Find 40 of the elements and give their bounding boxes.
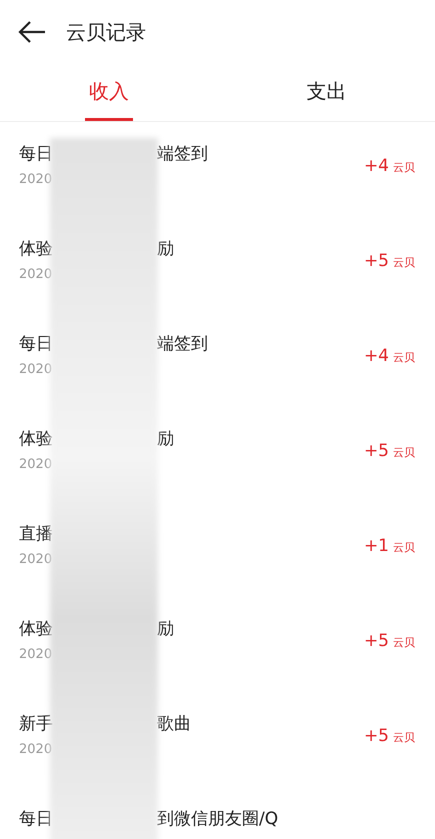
record-title: 励 [157,618,174,641]
record-title: 体验 [19,428,50,451]
record-amount: +4 [364,155,389,178]
record-unit: 云贝 [393,255,415,271]
record-unit: 云贝 [393,635,415,651]
back-arrow-icon[interactable] [18,21,46,43]
record-title: 体验 [19,618,50,641]
record-amount: +5 [364,440,389,463]
record-unit: 云贝 [393,350,415,366]
record-title: 每日 [19,143,50,166]
record-title: 到微信朋友圈/Q [157,808,278,831]
record-amount: +5 [364,630,389,653]
record-unit: 云贝 [393,160,415,176]
record-title: 端签到 [157,143,208,166]
record-title: 励 [157,428,174,451]
record-date: 2020 [19,360,50,378]
record-amount: +5 [364,725,389,748]
record-date: 2020 [19,266,50,284]
record-amount: +4 [364,345,389,368]
record-unit: 云贝 [393,540,415,556]
tab[interactable]: 收入 [84,64,133,121]
record-unit: 云贝 [393,730,415,746]
tab[interactable]: 支出 [302,64,350,121]
record-date: 2020 [19,456,50,474]
record-title: 端签到 [157,333,208,356]
record-amount: +1 [364,535,389,558]
record-title: 歌曲 [157,713,191,736]
record-title: 体验 [19,238,50,261]
record-amount: +5 [364,250,389,273]
record-title: 每日 [19,333,50,356]
record-title: 每日 [19,808,50,831]
record-title: 新手 [19,713,50,736]
record-title: 励 [157,238,174,261]
record-date: 2020 [19,646,50,664]
record-unit: 云贝 [393,445,415,461]
record-date: 2020 [19,550,50,568]
record-title: 直播 [19,523,50,546]
record-date: 2020 [19,170,50,188]
page-title: 云贝记录 [66,19,146,46]
record-date: 2020 [19,740,50,758]
